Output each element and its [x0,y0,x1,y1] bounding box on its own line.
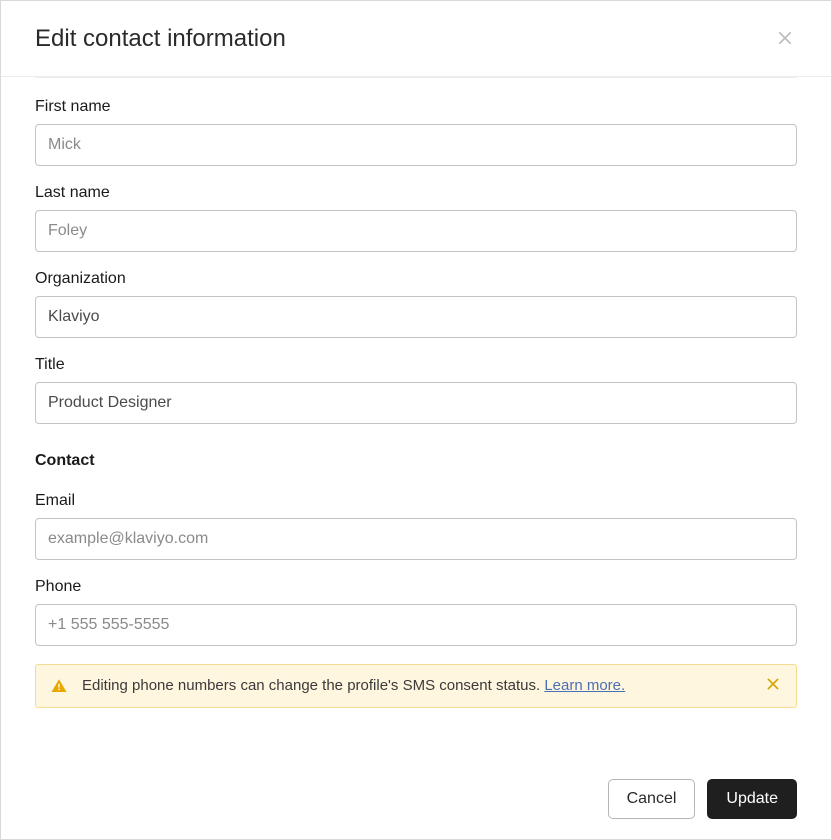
dialog-header: Edit contact information [1,1,831,77]
sms-consent-alert: Editing phone numbers can change the pro… [35,664,797,708]
alert-message: Editing phone numbers can change the pro… [82,677,544,694]
dialog-title: Edit contact information [35,25,797,54]
title-label: Title [35,356,797,374]
update-button[interactable]: Update [707,779,797,819]
close-icon [776,29,794,50]
first-name-input[interactable] [35,124,797,166]
organization-field: Organization [35,270,797,338]
close-icon [765,676,781,695]
phone-label: Phone [35,578,797,596]
last-name-label: Last name [35,184,797,202]
alert-close-button[interactable] [764,677,782,695]
last-name-field: Last name [35,184,797,252]
organization-label: Organization [35,270,797,288]
contact-section-heading: Contact [35,452,797,470]
first-name-field: First name [35,98,797,166]
last-name-input[interactable] [35,210,797,252]
title-input[interactable] [35,382,797,424]
close-button[interactable] [773,27,797,51]
dialog-footer: Cancel Update [608,779,797,819]
title-field: Title [35,356,797,424]
learn-more-link[interactable]: Learn more. [544,677,625,694]
email-label: Email [35,492,797,510]
warning-icon [50,677,68,695]
email-input[interactable] [35,518,797,560]
first-name-label: First name [35,98,797,116]
edit-contact-dialog: Edit contact information First name Last… [0,0,832,840]
email-field: Email [35,492,797,560]
organization-input[interactable] [35,296,797,338]
phone-field: Phone [35,578,797,646]
form-area: First name Last name Organization Title … [1,78,831,646]
alert-text: Editing phone numbers can change the pro… [82,677,750,694]
phone-input[interactable] [35,604,797,646]
cancel-button[interactable]: Cancel [608,779,696,819]
